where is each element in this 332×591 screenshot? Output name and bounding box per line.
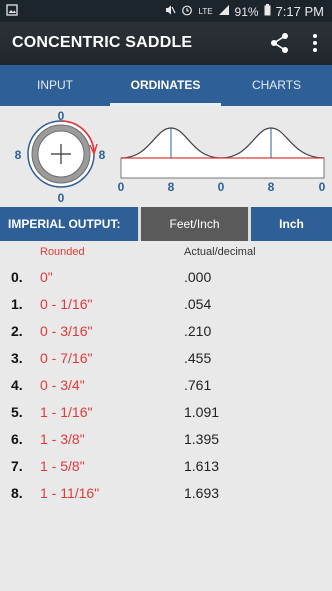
battery-percent: 91% xyxy=(234,4,259,19)
row-actual-value: 1.091 xyxy=(184,404,220,420)
row-rounded-value: 0 - 3/16" xyxy=(40,323,93,339)
tab-ordinates[interactable]: ORDINATES xyxy=(110,65,221,106)
row-rounded-value: 1 - 1/16" xyxy=(40,404,93,420)
saddle-diagram: 0 0 8 8 0 8 0 8 0 xyxy=(0,106,332,207)
tab-charts[interactable]: CHARTS xyxy=(221,65,332,106)
signal-icon xyxy=(218,4,230,19)
row-rounded-value: 0 - 1/16" xyxy=(40,296,93,312)
lte-label: LTE xyxy=(198,7,213,16)
table-row: 5. 1 - 1/16" 1.091 xyxy=(0,399,332,426)
column-header-rounded: Rounded xyxy=(40,246,85,258)
row-actual-value: 1.613 xyxy=(184,458,220,474)
clock-time: 7:17 PM xyxy=(275,4,324,19)
row-actual-value: .210 xyxy=(184,323,212,339)
row-index: 4. xyxy=(11,377,23,393)
row-index: 1. xyxy=(11,296,23,312)
battery-icon xyxy=(264,4,271,19)
status-bar: LTE 91% 7:17 PM xyxy=(0,0,332,22)
row-rounded-value: 1 - 11/16" xyxy=(40,485,100,501)
row-rounded-value: 0" xyxy=(40,269,53,285)
pipe-circle-diagram xyxy=(27,120,98,188)
row-index: 2. xyxy=(11,323,23,339)
row-actual-value: .054 xyxy=(184,296,212,312)
profile-label-4: 0 xyxy=(319,180,326,194)
row-actual-value: .455 xyxy=(184,350,212,366)
row-index: 8. xyxy=(11,485,23,501)
imperial-output-label: IMPERIAL OUTPUT: xyxy=(0,207,138,241)
row-rounded-value: 0 - 7/16" xyxy=(40,350,93,366)
profile-label-1: 8 xyxy=(168,180,175,194)
diagram-svg: 0 0 8 8 0 8 0 8 0 xyxy=(15,109,326,205)
row-index: 6. xyxy=(11,431,23,447)
profile-label-0: 0 xyxy=(118,180,125,194)
row-actual-value: 1.395 xyxy=(184,431,220,447)
circle-label-right: 8 xyxy=(99,148,106,162)
app-bar: CONCENTRIC SADDLE xyxy=(0,22,332,65)
profile-label-2: 0 xyxy=(218,180,225,194)
share-icon[interactable] xyxy=(270,32,290,54)
row-index: 3. xyxy=(11,350,23,366)
saddle-profile-diagram xyxy=(120,127,325,179)
table-row: 8. 1 - 11/16" 1.693 xyxy=(0,480,332,507)
row-actual-value: 1.693 xyxy=(184,485,220,501)
table-row: 4. 0 - 3/4" .761 xyxy=(0,372,332,399)
row-index: 7. xyxy=(11,458,23,474)
tab-input[interactable]: INPUT xyxy=(0,65,110,106)
inch-button[interactable]: Inch xyxy=(251,207,332,241)
app-title: CONCENTRIC SADDLE xyxy=(12,34,193,51)
row-actual-value: .761 xyxy=(184,377,212,393)
row-rounded-value: 1 - 5/8" xyxy=(40,458,85,474)
circle-label-top: 0 xyxy=(58,109,65,123)
table-row: 7. 1 - 5/8" 1.613 xyxy=(0,453,332,480)
output-unit-bar: IMPERIAL OUTPUT: Feet/Inch Inch xyxy=(0,207,332,241)
feet-inch-button[interactable]: Feet/Inch xyxy=(141,207,248,241)
circle-label-left: 8 xyxy=(15,148,22,162)
row-index: 0. xyxy=(11,269,23,285)
profile-label-3: 8 xyxy=(268,180,275,194)
table-row: 1. 0 - 1/16" .054 xyxy=(0,291,332,318)
image-notification-icon xyxy=(6,4,18,19)
row-index: 5. xyxy=(11,404,23,420)
overflow-menu-icon[interactable] xyxy=(305,32,325,54)
table-row: 3. 0 - 7/16" .455 xyxy=(0,345,332,372)
table-row: 2. 0 - 3/16" .210 xyxy=(0,318,332,345)
row-rounded-value: 1 - 3/8" xyxy=(40,431,85,447)
mute-icon xyxy=(164,4,177,19)
circle-label-bottom: 0 xyxy=(58,191,65,205)
column-header-actual: Actual/decimal xyxy=(184,246,256,258)
row-rounded-value: 0 - 3/4" xyxy=(40,377,85,393)
tab-bar: INPUT ORDINATES CHARTS xyxy=(0,65,332,106)
row-actual-value: .000 xyxy=(184,269,212,285)
table-row: 0. 0" .000 xyxy=(0,264,332,291)
table-row: 6. 1 - 3/8" 1.395 xyxy=(0,426,332,453)
alarm-icon xyxy=(181,4,193,19)
